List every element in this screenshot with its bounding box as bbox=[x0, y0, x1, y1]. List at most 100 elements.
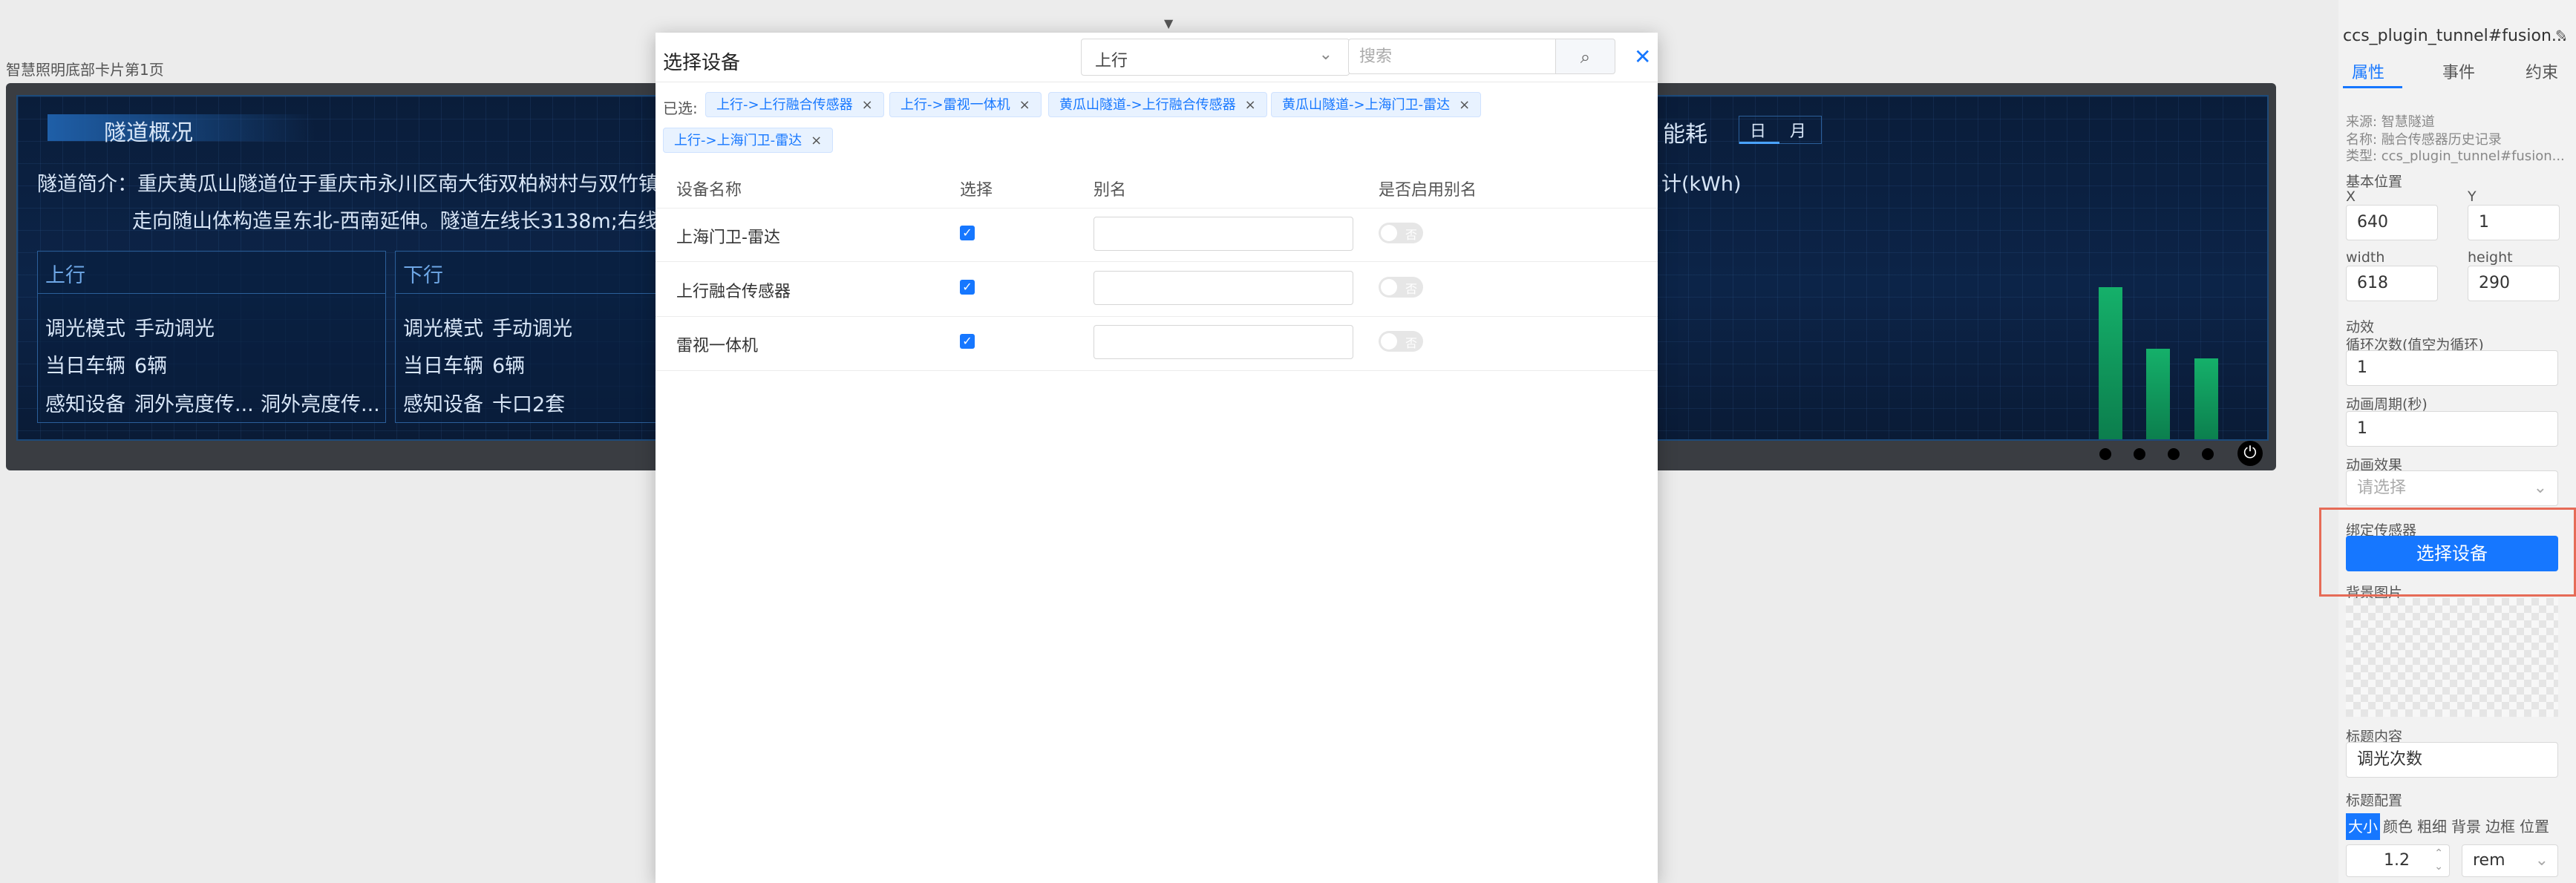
config-tab-background[interactable]: 背景 bbox=[2451, 813, 2481, 840]
down-vehicles-value: 6辆 bbox=[492, 355, 526, 378]
bar-11 bbox=[2146, 348, 2170, 439]
basic-position-label: 基本位置 bbox=[2346, 174, 2403, 190]
source-text: 来源: 智慧隧道 bbox=[2346, 114, 2435, 130]
animation-label: 动效 bbox=[2346, 319, 2375, 335]
tunnel-intro-line2: 走向随山体构造呈东北-西南延伸。隧道左线长3138m;右线长3 bbox=[132, 210, 691, 233]
selected-tag[interactable]: 黄瓜山隧道->上行融合传感器 × bbox=[1048, 92, 1267, 117]
pager-dot-2[interactable] bbox=[2134, 448, 2145, 460]
component-title: ccs_plugin_tunnel#fusion... bbox=[2343, 27, 2567, 45]
row-checkbox[interactable]: ✓ bbox=[960, 280, 975, 295]
tunnel-intro-line1: 隧道简介：重庆黄瓜山隧道位于重庆市永川区南大街双柏树村与双竹镇天良 bbox=[37, 173, 699, 196]
alias-input[interactable] bbox=[1094, 325, 1353, 359]
tab-properties[interactable]: 属性 bbox=[2352, 59, 2384, 83]
down-vehicles-label: 当日车辆 bbox=[403, 355, 483, 378]
search-icon: ⌕ bbox=[1580, 47, 1591, 68]
bg-image-placeholder[interactable] bbox=[2346, 598, 2558, 717]
effect-select[interactable]: 请选择 ⌄ bbox=[2346, 470, 2558, 506]
canvas-page-label: 智慧照明底部卡片第1页 bbox=[6, 61, 164, 79]
col-header-select: 选择 bbox=[960, 181, 993, 200]
up-sensor-label: 感知设备 bbox=[45, 393, 125, 416]
height-input[interactable]: 290 bbox=[2468, 266, 2560, 301]
alias-input[interactable] bbox=[1094, 217, 1353, 251]
energy-bar-chart: 010203040506070809101112 bbox=[1658, 267, 2237, 439]
up-panel: 上行 调光模式 手动调光 当日车辆 6辆 感知设备 洞外亮度传... 洞外亮度传… bbox=[37, 251, 386, 423]
title-content-input[interactable]: 调光次数 bbox=[2346, 742, 2558, 778]
pager-dots[interactable] bbox=[2099, 448, 2236, 463]
size-stepper[interactable]: 1.2 ⌃ ⌄ bbox=[2346, 844, 2450, 877]
config-tab-border[interactable]: 边框 bbox=[2485, 813, 2515, 840]
config-tab-color[interactable]: 颜色 bbox=[2383, 813, 2413, 840]
close-icon[interactable]: × bbox=[1459, 97, 1470, 113]
modal-title: 选择设备 bbox=[663, 52, 741, 74]
width-input[interactable]: 618 bbox=[2346, 266, 2438, 301]
pager-dot-1[interactable] bbox=[2099, 448, 2111, 460]
down-sensor-value: 卡口2套 bbox=[492, 393, 566, 416]
down-dim-mode-value: 手动调光 bbox=[492, 318, 572, 341]
search-button[interactable]: ⌕ bbox=[1556, 39, 1615, 74]
selected-tag[interactable]: 上行->雷视一体机 × bbox=[889, 92, 1042, 117]
close-icon[interactable]: × bbox=[862, 97, 873, 113]
config-tab-position[interactable]: 位置 bbox=[2520, 813, 2549, 840]
alias-toggle[interactable]: 否 bbox=[1379, 223, 1423, 243]
chevron-down-icon: ⌄ bbox=[1318, 45, 1333, 64]
config-tab-weight[interactable]: 粗细 bbox=[2417, 813, 2447, 840]
down-panel: 下行 调光模式 手动调光 当日车辆 6辆 感知设备 卡口2套 bbox=[395, 251, 679, 423]
pager-dot-3[interactable] bbox=[2168, 448, 2180, 460]
y-label: Y bbox=[2468, 188, 2477, 205]
down-sensor-label: 感知设备 bbox=[403, 393, 483, 416]
close-icon[interactable]: × bbox=[811, 133, 822, 148]
selected-label: 已选: bbox=[663, 99, 698, 117]
unit-select[interactable]: rem ⌄ bbox=[2462, 844, 2558, 877]
row-checkbox[interactable]: ✓ bbox=[960, 334, 975, 349]
config-tab-size[interactable]: 大小 bbox=[2346, 813, 2380, 840]
energy-tab-group: 日 月 bbox=[1739, 116, 1822, 144]
col-header-alias: 别名 bbox=[1094, 181, 1127, 200]
stepper-down-icon[interactable]: ⌄ bbox=[2434, 851, 2443, 882]
close-icon[interactable]: × bbox=[1019, 97, 1030, 113]
period-label: 动画周期(秒) bbox=[2346, 396, 2428, 413]
bar-12 bbox=[2194, 358, 2218, 439]
x-input[interactable]: 640 bbox=[2346, 205, 2438, 240]
col-header-device-name: 设备名称 bbox=[676, 181, 742, 200]
up-sensor-value2: 洞外亮度传... bbox=[261, 393, 380, 416]
energy-title: 能耗 bbox=[1663, 122, 1707, 148]
edit-icon[interactable]: ✎ bbox=[2555, 27, 2568, 45]
selected-tag[interactable]: 上行->上行融合传感器 × bbox=[705, 92, 884, 117]
x-label: X bbox=[2346, 188, 2356, 205]
direction-select-value: 上行 bbox=[1095, 52, 1128, 70]
search-input[interactable] bbox=[1348, 39, 1556, 74]
power-icon[interactable]: ⏻ bbox=[2237, 441, 2263, 466]
property-panel: ccs_plugin_tunnel#fusion... ✎ 属性 事件 约束 来… bbox=[2338, 0, 2576, 883]
tab-events[interactable]: 事件 bbox=[2442, 59, 2475, 83]
close-icon[interactable]: × bbox=[1245, 97, 1256, 113]
alias-toggle[interactable]: 否 bbox=[1379, 331, 1423, 352]
direction-select[interactable]: 上行 ⌄ bbox=[1081, 39, 1350, 76]
selected-tag[interactable]: 上行->上海门卫-雷达 × bbox=[663, 128, 834, 153]
device-name: 雷视一体机 bbox=[676, 337, 759, 355]
up-dim-mode-label: 调光模式 bbox=[45, 318, 125, 341]
title-config-label: 标题配置 bbox=[2346, 792, 2403, 809]
type-text: 类型: ccs_plugin_tunnel#fusion... bbox=[2346, 148, 2565, 164]
loop-input[interactable]: 1 bbox=[2346, 350, 2558, 386]
energy-tab-month[interactable]: 月 bbox=[1790, 118, 1806, 142]
select-device-button[interactable]: 选择设备 bbox=[2346, 536, 2558, 571]
collapse-caret-icon[interactable]: ▼ bbox=[1164, 16, 1173, 30]
energy-tab-day[interactable]: 日 bbox=[1750, 118, 1766, 142]
down-panel-title: 下行 bbox=[403, 264, 443, 287]
pager-dot-4[interactable] bbox=[2202, 448, 2214, 460]
tab-constraints[interactable]: 约束 bbox=[2526, 59, 2558, 83]
row-checkbox[interactable]: ✓ bbox=[960, 226, 975, 240]
period-input[interactable]: 1 bbox=[2346, 411, 2558, 447]
close-icon[interactable]: ✕ bbox=[1634, 45, 1651, 69]
y-input[interactable]: 1 bbox=[2468, 205, 2560, 240]
alias-input[interactable] bbox=[1094, 271, 1353, 305]
up-vehicles-value: 6辆 bbox=[134, 355, 168, 378]
select-device-modal: 选择设备 上行 ⌄ ⌕ ✕ 已选: 上行->上行融合传感器× 上行->雷视一体机… bbox=[656, 33, 1658, 883]
selected-tag[interactable]: 黄瓜山隧道->上海门卫-雷达 × bbox=[1271, 92, 1482, 117]
tunnel-overview-title: 隧道概况 bbox=[104, 120, 193, 146]
alias-toggle[interactable]: 否 bbox=[1379, 277, 1423, 298]
device-name: 上海门卫-雷达 bbox=[676, 229, 780, 247]
up-panel-title: 上行 bbox=[45, 264, 85, 287]
chevron-down-icon: ⌄ bbox=[2534, 851, 2549, 870]
bar-10 bbox=[2098, 287, 2122, 439]
